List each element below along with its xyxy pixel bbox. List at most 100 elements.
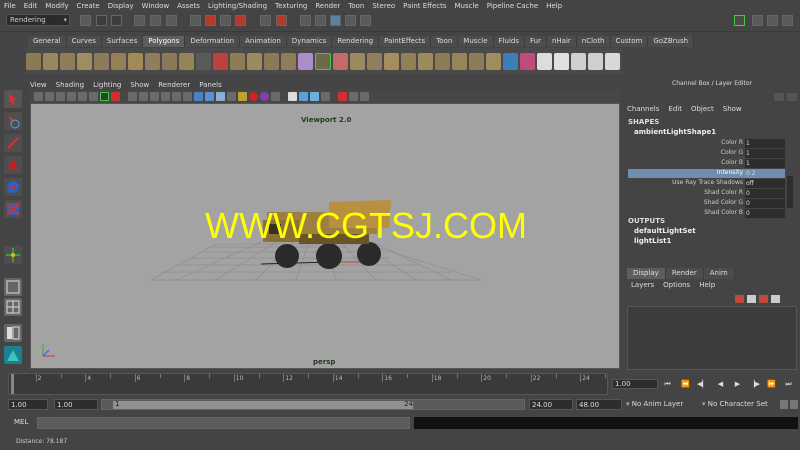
shelf-tab-painteffects[interactable]: PaintEffects xyxy=(379,36,432,47)
menu-texturing[interactable]: Texturing xyxy=(275,2,307,10)
attribute-value[interactable]: 1 xyxy=(745,139,785,148)
shelf-tab-general[interactable]: General xyxy=(28,36,67,47)
hypershade-icon[interactable] xyxy=(345,15,356,26)
move-tool-icon[interactable] xyxy=(4,156,22,174)
fill-hole-icon[interactable] xyxy=(383,52,399,70)
bridge-icon[interactable] xyxy=(434,52,450,70)
insert-edge-loop-icon[interactable] xyxy=(502,52,518,70)
shape-node-name[interactable]: ambientLightShape1 xyxy=(634,128,716,136)
poly-helix-icon[interactable] xyxy=(162,52,178,70)
select-camera-icon[interactable] xyxy=(34,92,43,101)
layer-menu-help[interactable]: Help xyxy=(699,281,715,289)
smooth-icon[interactable] xyxy=(298,52,314,70)
toggle-layout-icon[interactable] xyxy=(734,15,745,26)
lasso-tool-icon[interactable] xyxy=(4,112,22,130)
play-forward-icon[interactable]: ▶ xyxy=(732,379,743,389)
select-component-icon[interactable] xyxy=(166,15,177,26)
poly-cube-icon[interactable] xyxy=(43,52,59,70)
extrude-icon[interactable] xyxy=(417,52,433,70)
isolate-select-icon[interactable] xyxy=(271,92,280,101)
cylindrical-mapping-icon[interactable] xyxy=(570,52,586,70)
menu-modify[interactable]: Modify xyxy=(45,2,68,10)
spherical-mapping-icon[interactable] xyxy=(587,52,603,70)
magnet-icon[interactable] xyxy=(276,15,287,26)
poly-torus-icon[interactable] xyxy=(111,52,127,70)
ipr-render-icon[interactable] xyxy=(315,15,326,26)
boolean-union-icon[interactable] xyxy=(247,52,263,70)
move-up-layer-icon[interactable] xyxy=(759,295,768,303)
playback-start-field[interactable]: 1.00 xyxy=(54,399,98,410)
shelf-tab-curves[interactable]: Curves xyxy=(66,36,102,47)
shelf-tab-fur[interactable]: Fur xyxy=(524,36,547,47)
menu-assets[interactable]: Assets xyxy=(177,2,200,10)
menu-render[interactable]: Render xyxy=(315,2,340,10)
menu-set-selector[interactable]: Rendering ▾ xyxy=(6,14,70,26)
planar-mapping-icon[interactable] xyxy=(553,52,569,70)
shelf-tab-fluids[interactable]: Fluids xyxy=(493,36,525,47)
wireframe-icon[interactable] xyxy=(183,92,192,101)
snap-grid-icon[interactable] xyxy=(190,15,201,26)
step-back-frame-icon[interactable]: ◀▏ xyxy=(697,379,708,389)
offset-edge-loop-icon[interactable] xyxy=(519,52,535,70)
attribute-name[interactable]: Shad Color B xyxy=(704,209,743,216)
show-render-icon[interactable] xyxy=(360,15,371,26)
xray-joints-icon[interactable] xyxy=(288,92,297,101)
menu-stereo[interactable]: Stereo xyxy=(372,2,395,10)
shelf-tab-dynamics[interactable]: Dynamics xyxy=(286,36,333,47)
film-gate-icon[interactable] xyxy=(111,92,120,101)
multisample-icon[interactable] xyxy=(321,92,330,101)
pin-icon[interactable] xyxy=(774,93,784,101)
panel-options-icon[interactable] xyxy=(787,93,797,101)
shelf-tab-polygons[interactable]: Polygons xyxy=(143,36,186,47)
two-d-pan-icon[interactable] xyxy=(78,92,87,101)
viewport-menu-lighting[interactable]: Lighting xyxy=(93,81,121,89)
split-polygon-icon[interactable] xyxy=(485,52,501,70)
rotate-tool-icon[interactable] xyxy=(4,178,22,196)
scale-tool-icon[interactable] xyxy=(4,200,22,218)
open-scene-icon[interactable] xyxy=(96,15,107,26)
viewport-menu-shading[interactable]: Shading xyxy=(56,81,84,89)
poly-cylinder-icon[interactable] xyxy=(60,52,76,70)
grease-pencil-icon[interactable] xyxy=(89,92,98,101)
go-to-start-icon[interactable]: ⏮ xyxy=(662,379,673,389)
playback-end-field[interactable]: 24.00 xyxy=(529,399,573,410)
camera-frame-icon[interactable] xyxy=(349,92,358,101)
image-plane-icon[interactable] xyxy=(67,92,76,101)
boolean-intersection-icon[interactable] xyxy=(281,52,297,70)
attribute-value[interactable]: 0 xyxy=(745,209,785,218)
menu-lighting-shading[interactable]: Lighting/Shading xyxy=(208,2,267,10)
shelf-tab-custom[interactable]: Custom xyxy=(610,36,649,47)
menu-pipeline-cache[interactable]: Pipeline Cache xyxy=(487,2,538,10)
poly-pyramid-icon[interactable] xyxy=(128,52,144,70)
menu-window[interactable]: Window xyxy=(142,2,170,10)
step-back-key-icon[interactable]: ⏪ xyxy=(680,379,691,389)
shelf-tab-muscle[interactable]: Muscle xyxy=(458,36,494,47)
quadrangulate-icon[interactable] xyxy=(366,52,382,70)
attribute-value[interactable]: 1 xyxy=(745,149,785,158)
step-forward-key-icon[interactable]: ⏩ xyxy=(766,379,777,389)
gate-mask-icon[interactable] xyxy=(139,92,148,101)
select-tool-icon[interactable] xyxy=(4,90,22,108)
mel-label[interactable]: MEL xyxy=(14,418,28,426)
cleanup-icon[interactable] xyxy=(332,52,348,70)
reduce-icon[interactable] xyxy=(315,52,331,70)
attribute-name[interactable]: Intensity xyxy=(717,169,743,176)
anim-prefs-icon[interactable] xyxy=(790,400,798,409)
single-perspective-layout-icon[interactable] xyxy=(4,278,22,296)
bookmarks-icon[interactable] xyxy=(56,92,65,101)
append-polygon-icon[interactable] xyxy=(451,52,467,70)
channel-box-icon[interactable] xyxy=(782,15,793,26)
safe-action-icon[interactable] xyxy=(161,92,170,101)
outliner-layout-icon[interactable] xyxy=(4,324,22,342)
channel-menu-channels[interactable]: Channels xyxy=(627,105,659,113)
animation-start-field[interactable]: 1.00 xyxy=(8,399,48,410)
render-frame-icon[interactable] xyxy=(300,15,311,26)
motion-blur-icon[interactable] xyxy=(310,92,319,101)
auto-key-icon[interactable] xyxy=(780,400,788,409)
layer-tab-render[interactable]: Render xyxy=(665,268,704,279)
layer-menu-layers[interactable]: Layers xyxy=(631,281,654,289)
attribute-name[interactable]: Shad Color G xyxy=(704,199,743,206)
channel-box-scrollbar[interactable] xyxy=(787,176,793,208)
step-forward-frame-icon[interactable]: ▕▶ xyxy=(749,379,760,389)
menu-muscle[interactable]: Muscle xyxy=(455,2,479,10)
